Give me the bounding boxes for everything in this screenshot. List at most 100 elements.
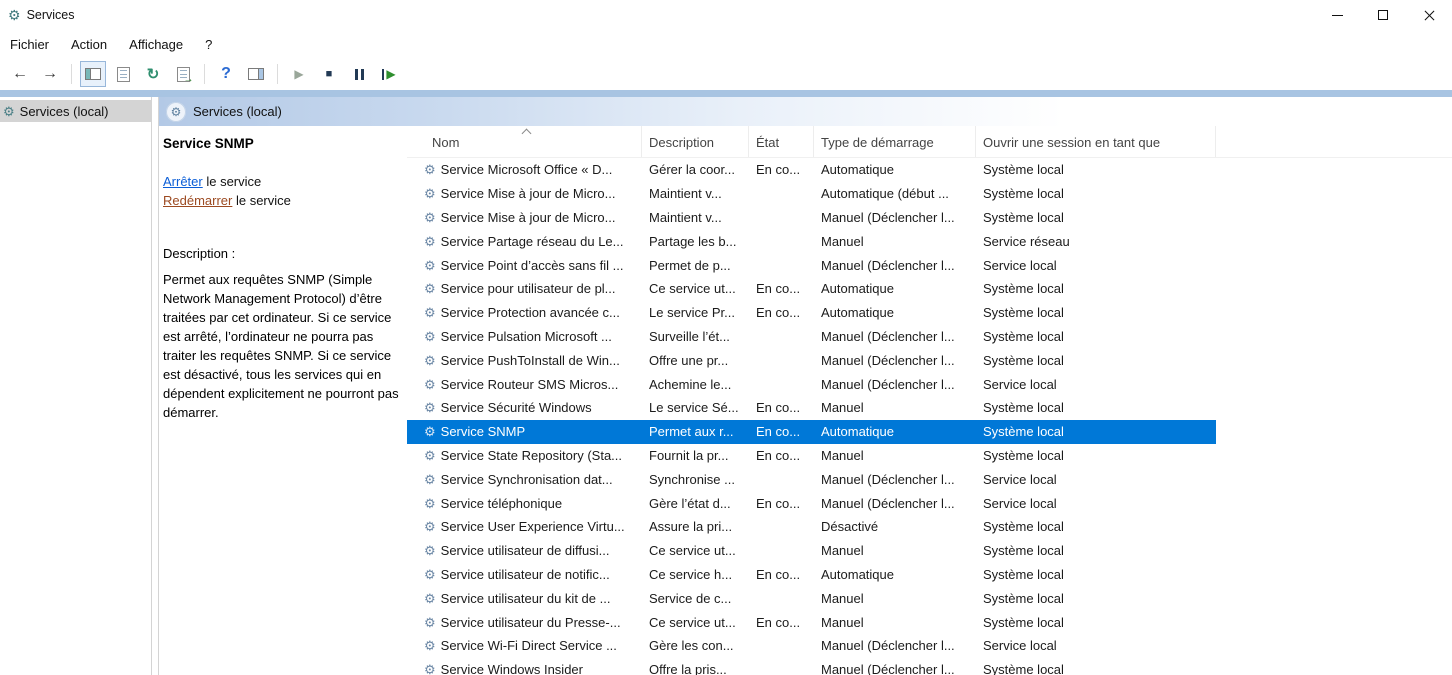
service-row[interactable]: Service Windows Insider Offre la pris...… bbox=[407, 658, 1216, 675]
service-row[interactable]: Service pour utilisateur de pl... Ce ser… bbox=[407, 277, 1216, 301]
refresh-button[interactable]: ↻ bbox=[140, 61, 166, 87]
close-button[interactable] bbox=[1406, 0, 1452, 30]
export-list-button[interactable]: → bbox=[170, 61, 196, 87]
service-state-cell bbox=[749, 348, 814, 372]
service-row[interactable]: Service Wi-Fi Direct Service ... Gère le… bbox=[407, 634, 1216, 658]
restart-service-link[interactable]: Redémarrer bbox=[163, 193, 232, 208]
selected-service-title: Service SNMP bbox=[163, 136, 399, 151]
service-description-cell: Maintient v... bbox=[642, 182, 749, 206]
service-description-cell: Assure la pri... bbox=[642, 515, 749, 539]
maximize-button[interactable] bbox=[1360, 0, 1406, 30]
service-state-cell bbox=[749, 229, 814, 253]
window-title: Services bbox=[27, 8, 75, 22]
service-description-cell: Ce service ut... bbox=[642, 539, 749, 563]
service-description-cell: Le service Sé... bbox=[642, 396, 749, 420]
service-row[interactable]: Service utilisateur du Presse-... Ce ser… bbox=[407, 610, 1216, 634]
stop-service-link[interactable]: Arrêter bbox=[163, 174, 203, 189]
back-button[interactable]: ← bbox=[7, 61, 33, 87]
column-header-type-demarrage[interactable]: Type de démarrage bbox=[814, 126, 976, 157]
service-name-cell: Service Sécurité Windows bbox=[407, 396, 642, 420]
service-name-cell: Service Windows Insider bbox=[407, 658, 642, 675]
service-row[interactable]: Service Partage réseau du Le... Partage … bbox=[407, 229, 1216, 253]
menu-help[interactable]: ? bbox=[194, 37, 223, 52]
service-logon-cell: Système local bbox=[976, 563, 1216, 587]
toggle-console-tree-button[interactable] bbox=[80, 61, 106, 87]
start-service-icon: ▶ bbox=[294, 68, 303, 80]
service-logon-cell: Service local bbox=[976, 491, 1216, 515]
result-pane: Services (local) Service SNMP Arrêter le… bbox=[159, 97, 1452, 675]
column-header-ouvrir-session[interactable]: Ouvrir une session en tant que bbox=[976, 126, 1216, 157]
forward-icon: → bbox=[42, 66, 58, 82]
service-name-cell: Service utilisateur de diffusi... bbox=[407, 539, 642, 563]
tree-item-services-local[interactable]: Services (local) bbox=[0, 100, 151, 122]
service-gear-icon bbox=[424, 449, 436, 462]
menu-affichage[interactable]: Affichage bbox=[118, 37, 194, 52]
service-gear-icon bbox=[424, 163, 436, 176]
pane-splitter[interactable] bbox=[152, 97, 159, 675]
minimize-button[interactable] bbox=[1314, 0, 1360, 30]
service-state-cell: En co... bbox=[749, 444, 814, 468]
service-state-cell: En co... bbox=[749, 396, 814, 420]
forward-button[interactable]: → bbox=[37, 61, 63, 87]
service-row[interactable]: Service Protection avancée c... Le servi… bbox=[407, 301, 1216, 325]
pause-service-icon bbox=[355, 69, 364, 80]
column-header-description[interactable]: Description bbox=[642, 126, 749, 157]
service-row[interactable]: Service utilisateur de notific... Ce ser… bbox=[407, 563, 1216, 587]
service-row[interactable]: Service téléphonique Gère l’état d... En… bbox=[407, 491, 1216, 515]
service-state-cell bbox=[749, 539, 814, 563]
service-row[interactable]: Service utilisateur de diffusi... Ce ser… bbox=[407, 539, 1216, 563]
service-name-cell: Service Point d’accès sans fil ... bbox=[407, 253, 642, 277]
service-name-cell: Service pour utilisateur de pl... bbox=[407, 277, 642, 301]
column-header-etat[interactable]: État bbox=[749, 126, 814, 157]
service-startup-cell: Manuel (Déclencher l... bbox=[814, 634, 976, 658]
column-header-label: Nom bbox=[432, 135, 459, 150]
extended-pane: Service SNMP Arrêter le service Redémarr… bbox=[159, 126, 407, 675]
stop-service-button[interactable]: ■ bbox=[316, 61, 342, 87]
service-gear-icon bbox=[424, 187, 436, 200]
service-row[interactable]: Service Sécurité Windows Le service Sé..… bbox=[407, 396, 1216, 420]
service-state-cell: En co... bbox=[749, 301, 814, 325]
stop-service-line: Arrêter le service bbox=[163, 172, 399, 191]
service-description-cell: Permet aux r... bbox=[642, 420, 749, 444]
service-row[interactable]: Service Synchronisation dat... Synchroni… bbox=[407, 467, 1216, 491]
service-startup-cell: Manuel bbox=[814, 610, 976, 634]
service-startup-cell: Manuel (Déclencher l... bbox=[814, 467, 976, 491]
service-name-cell: Service Protection avancée c... bbox=[407, 301, 642, 325]
start-service-button[interactable]: ▶ bbox=[286, 61, 312, 87]
service-row[interactable]: Service Mise à jour de Micro... Maintien… bbox=[407, 206, 1216, 230]
service-name-cell: Service utilisateur de notific... bbox=[407, 563, 642, 587]
service-row[interactable]: Service Mise à jour de Micro... Maintien… bbox=[407, 182, 1216, 206]
show-action-pane-button[interactable] bbox=[243, 61, 269, 87]
service-row[interactable]: Service PushToInstall de Win... Offre un… bbox=[407, 348, 1216, 372]
service-name-cell: Service PushToInstall de Win... bbox=[407, 348, 642, 372]
service-startup-cell: Automatique bbox=[814, 301, 976, 325]
service-row[interactable]: Service Pulsation Microsoft ... Surveill… bbox=[407, 325, 1216, 349]
service-description-cell: Offre la pris... bbox=[642, 658, 749, 675]
service-startup-cell: Manuel (Déclencher l... bbox=[814, 348, 976, 372]
service-row[interactable]: Service State Repository (Sta... Fournit… bbox=[407, 444, 1216, 468]
service-row[interactable]: Service Routeur SMS Micros... Achemine l… bbox=[407, 372, 1216, 396]
restart-service-button[interactable]: ▶ bbox=[376, 61, 402, 87]
column-header-nom[interactable]: Nom bbox=[407, 126, 642, 157]
menu-fichier[interactable]: Fichier bbox=[0, 37, 60, 52]
services-node-icon bbox=[3, 105, 15, 118]
service-description-cell: Ce service ut... bbox=[642, 610, 749, 634]
service-gear-icon bbox=[424, 544, 436, 557]
help-button[interactable]: ? bbox=[213, 61, 239, 87]
service-row[interactable]: Service User Experience Virtu... Assure … bbox=[407, 515, 1216, 539]
service-gear-icon bbox=[424, 663, 436, 675]
service-description-cell: Gère l’état d... bbox=[642, 491, 749, 515]
service-row[interactable]: Service Microsoft Office « D... Gérer la… bbox=[407, 158, 1216, 182]
service-row[interactable]: Service Point d’accès sans fil ... Perme… bbox=[407, 253, 1216, 277]
service-startup-cell: Manuel bbox=[814, 539, 976, 563]
service-row[interactable]: Service SNMP Permet aux r... En co... Au… bbox=[407, 420, 1216, 444]
service-description-cell: Gère les con... bbox=[642, 634, 749, 658]
maximize-icon bbox=[1378, 10, 1388, 20]
service-description-cell: Ce service ut... bbox=[642, 277, 749, 301]
properties-button[interactable] bbox=[110, 61, 136, 87]
menu-action[interactable]: Action bbox=[60, 37, 118, 52]
service-row[interactable]: Service utilisateur du kit de ... Servic… bbox=[407, 586, 1216, 610]
list-header: Nom Description État Type de démarrage O… bbox=[407, 126, 1452, 158]
pause-service-button[interactable] bbox=[346, 61, 372, 87]
service-description-cell: Gérer la coor... bbox=[642, 158, 749, 182]
